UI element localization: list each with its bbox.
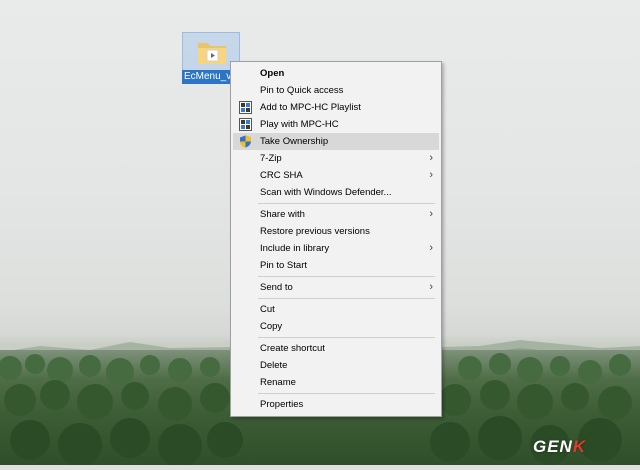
context-menu: Open Pin to Quick access Add to MPC-HC P… — [230, 61, 442, 417]
menu-item-share-with[interactable]: Share with › — [233, 206, 439, 223]
menu-item-play-with-mpc[interactable]: Play with MPC-HC — [233, 116, 439, 133]
menu-item-label: Copy — [260, 321, 283, 332]
menu-item-label: Create shortcut — [260, 343, 325, 354]
menu-separator — [258, 393, 435, 394]
menu-item-label: Properties — [260, 399, 304, 410]
menu-item-add-to-mpc-playlist[interactable]: Add to MPC-HC Playlist — [233, 99, 439, 116]
menu-item-label: Send to — [260, 282, 293, 293]
menu-item-label: Rename — [260, 377, 296, 388]
menu-item-properties[interactable]: Properties — [233, 396, 439, 413]
menu-item-label: Pin to Quick access — [260, 85, 344, 96]
menu-item-delete[interactable]: Delete — [233, 357, 439, 374]
menu-separator — [258, 276, 435, 277]
chevron-right-icon: › — [429, 242, 433, 254]
chevron-right-icon: › — [429, 169, 433, 181]
menu-item-label: 7-Zip — [260, 153, 282, 164]
menu-item-label: Take Ownership — [260, 136, 329, 147]
menu-item-label: Share with — [260, 209, 305, 220]
menu-item-restore-previous[interactable]: Restore previous versions — [233, 223, 439, 240]
genk-watermark-logo: GENK — [533, 437, 586, 457]
menu-item-rename[interactable]: Rename — [233, 374, 439, 391]
logo-suffix: K — [572, 437, 587, 456]
menu-item-create-shortcut[interactable]: Create shortcut — [233, 340, 439, 357]
menu-item-pin-to-start[interactable]: Pin to Start — [233, 257, 439, 274]
menu-item-label: Scan with Windows Defender... — [260, 187, 392, 198]
mpc-hc-icon — [239, 118, 252, 131]
shield-icon — [239, 135, 252, 148]
menu-item-open[interactable]: Open — [233, 65, 439, 82]
menu-item-label: Include in library — [260, 243, 330, 254]
menu-item-scan-defender[interactable]: Scan with Windows Defender... — [233, 184, 439, 201]
mpc-hc-icon — [239, 101, 252, 114]
menu-item-take-ownership[interactable]: Take Ownership — [233, 133, 439, 150]
menu-item-label: Play with MPC-HC — [260, 119, 339, 130]
logo-prefix: GEN — [533, 437, 573, 456]
menu-item-crc-sha[interactable]: CRC SHA › — [233, 167, 439, 184]
menu-item-label: CRC SHA — [260, 170, 303, 181]
chevron-right-icon: › — [429, 152, 433, 164]
menu-item-send-to[interactable]: Send to › — [233, 279, 439, 296]
chevron-right-icon: › — [429, 208, 433, 220]
menu-separator — [258, 298, 435, 299]
menu-item-label: Delete — [260, 360, 288, 371]
menu-item-label: Open — [260, 68, 285, 79]
menu-separator — [258, 203, 435, 204]
menu-item-7zip[interactable]: 7-Zip › — [233, 150, 439, 167]
menu-item-label: Cut — [260, 304, 275, 315]
menu-separator — [258, 337, 435, 338]
menu-item-label: Restore previous versions — [260, 226, 370, 237]
menu-item-cut[interactable]: Cut — [233, 301, 439, 318]
folder-icon — [197, 39, 227, 65]
menu-item-label: Pin to Start — [260, 260, 307, 271]
menu-item-pin-quick-access[interactable]: Pin to Quick access — [233, 82, 439, 99]
menu-item-copy[interactable]: Copy — [233, 318, 439, 335]
chevron-right-icon: › — [429, 281, 433, 293]
menu-item-include-in-library[interactable]: Include in library › — [233, 240, 439, 257]
menu-item-label: Add to MPC-HC Playlist — [260, 102, 361, 113]
